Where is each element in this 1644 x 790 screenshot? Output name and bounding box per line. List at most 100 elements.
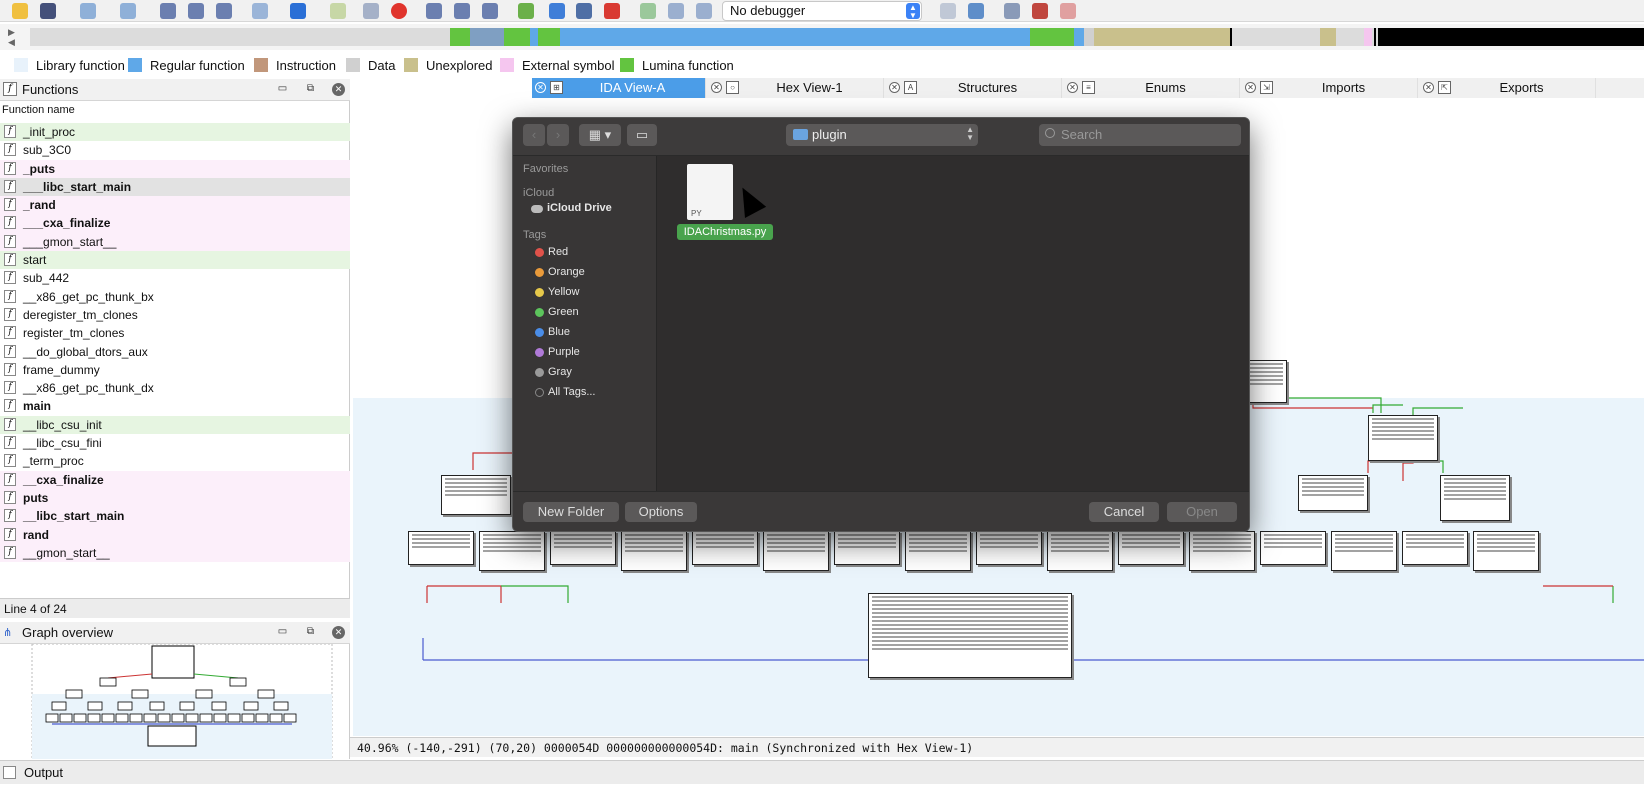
tab-imports[interactable]: ✕ ⇲ Imports <box>1242 78 1418 98</box>
location-popup[interactable]: plugin ▲ ▼ <box>786 124 978 146</box>
function-name-column-header[interactable]: Function name <box>2 104 75 116</box>
function-row[interactable]: f _puts <box>0 159 350 178</box>
function-row[interactable]: f frame_dummy <box>0 361 350 379</box>
toolbar-action-icon[interactable] <box>576 3 592 19</box>
pause-icon[interactable] <box>668 3 684 19</box>
function-row[interactable]: f rand <box>0 525 350 544</box>
toolbar-action-icon[interactable] <box>1004 3 1020 19</box>
navigation-strip[interactable] <box>30 28 1644 46</box>
function-row[interactable]: f __libc_csu_init <box>0 415 350 435</box>
dialog-forward-button[interactable]: › <box>547 124 569 146</box>
graph-node[interactable] <box>408 531 474 565</box>
toolbar-action-icon[interactable] <box>482 3 498 19</box>
close-tab-icon[interactable]: ✕ <box>535 82 546 93</box>
function-row[interactable]: f __cxa_finalize <box>0 470 350 489</box>
function-row[interactable]: f __x86_get_pc_thunk_dx <box>0 379 350 397</box>
view-mode-button[interactable]: ▦ ▾ <box>579 124 621 146</box>
toolbar-action-icon[interactable] <box>330 3 346 19</box>
sidebar-tag-purple[interactable]: Purple <box>535 346 580 358</box>
graph-node[interactable] <box>976 531 1042 565</box>
toolbar-action-icon[interactable] <box>252 3 268 19</box>
function-row[interactable]: f __gmon_start__ <box>0 543 350 563</box>
sidebar-tag-blue[interactable]: Blue <box>535 326 570 338</box>
toolbar-action-icon[interactable] <box>1060 3 1076 19</box>
function-row[interactable]: f _rand <box>0 196 350 215</box>
function-row[interactable]: f __x86_get_pc_thunk_bx <box>0 288 350 306</box>
function-row-selected[interactable]: f ___libc_start_main <box>0 177 350 197</box>
dialog-back-button[interactable]: ‹ <box>523 124 545 146</box>
close-tab-icon[interactable]: ✕ <box>1245 82 1256 93</box>
close-tab-icon[interactable]: ✕ <box>1423 82 1434 93</box>
minimize-icon[interactable]: ▭ <box>276 83 289 96</box>
graph-node[interactable] <box>550 531 616 565</box>
dialog-search-field[interactable]: Search <box>1039 124 1241 146</box>
graph-overview-canvas[interactable] <box>0 644 350 759</box>
graph-node[interactable] <box>1047 531 1113 571</box>
nav-band-arrows-icon[interactable]: ▶ ◀ <box>8 27 15 47</box>
function-row[interactable]: f __do_global_dtors_aux <box>0 343 350 361</box>
toolbar-action-icon[interactable] <box>454 3 470 19</box>
function-row[interactable]: f puts <box>0 488 350 508</box>
back-icon[interactable] <box>80 3 96 19</box>
graph-node[interactable] <box>1260 531 1326 565</box>
toolbar-action-icon[interactable] <box>188 3 204 19</box>
sidebar-all-tags[interactable]: All Tags... <box>535 386 596 398</box>
graph-node[interactable] <box>1402 531 1468 565</box>
breakpoint-icon[interactable] <box>391 3 407 19</box>
graph-node[interactable] <box>1118 531 1184 565</box>
toolbar-action-icon[interactable] <box>940 3 956 19</box>
float-icon[interactable]: ⧉ <box>304 626 317 639</box>
graph-node[interactable] <box>692 531 758 565</box>
graph-node[interactable] <box>1331 531 1397 571</box>
tab-hex-view-1[interactable]: ✕ ○ Hex View-1 <box>708 78 884 98</box>
float-icon[interactable]: ⧉ <box>304 83 317 96</box>
graph-node[interactable] <box>479 531 545 571</box>
tab-exports[interactable]: ✕ ⇱ Exports <box>1420 78 1596 98</box>
function-row[interactable]: f __libc_csu_fini <box>0 434 350 452</box>
function-row[interactable]: f _term_proc <box>0 452 350 470</box>
open-icon[interactable] <box>12 3 28 19</box>
save-icon[interactable] <box>40 3 56 19</box>
output-bar[interactable]: Output <box>0 760 1644 784</box>
function-row[interactable]: f __libc_start_main <box>0 507 350 526</box>
graph-node[interactable] <box>1440 475 1510 521</box>
function-row[interactable]: f register_tm_clones <box>0 324 350 342</box>
file-item[interactable]: PY IDAChristmas.py <box>677 164 773 240</box>
sidebar-tag-orange[interactable]: Orange <box>535 266 585 278</box>
function-row[interactable]: f _init_proc <box>0 123 350 142</box>
graph-node[interactable] <box>1473 531 1539 571</box>
dialog-file-area[interactable]: PY IDAChristmas.py <box>657 156 1249 491</box>
tab-ida-view-a[interactable]: ✕ ⊞ IDA View-A <box>532 78 706 98</box>
close-tab-icon[interactable]: ✕ <box>711 82 722 93</box>
graph-node[interactable] <box>1368 415 1438 461</box>
function-row[interactable]: f sub_3C0 <box>0 141 350 159</box>
new-folder-toolbar-button[interactable]: ▭ <box>627 124 657 146</box>
function-row[interactable]: f ___gmon_start__ <box>0 232 350 252</box>
tab-structures[interactable]: ✕ A Structures <box>886 78 1062 98</box>
graph-node[interactable] <box>621 531 687 571</box>
graph-node[interactable] <box>1189 531 1255 571</box>
cancel-button[interactable]: Cancel <box>1089 502 1159 522</box>
options-button[interactable]: Options <box>625 502 697 522</box>
toolbar-action-icon[interactable] <box>518 3 534 19</box>
function-row[interactable]: f main <box>0 397 350 415</box>
close-icon[interactable]: ✕ <box>332 83 345 96</box>
sidebar-tag-red[interactable]: Red <box>535 246 568 258</box>
sidebar-tag-green[interactable]: Green <box>535 306 579 318</box>
sidebar-tag-gray[interactable]: Gray <box>535 366 572 378</box>
close-tab-icon[interactable]: ✕ <box>1067 82 1078 93</box>
forward-icon[interactable] <box>120 3 136 19</box>
close-tab-icon[interactable]: ✕ <box>889 82 900 93</box>
graph-node[interactable] <box>905 531 971 571</box>
function-row[interactable]: f sub_442 <box>0 269 350 287</box>
debugger-select[interactable]: No debugger ▲ ▼ <box>722 1 922 21</box>
graph-node[interactable] <box>763 531 829 571</box>
sidebar-tag-yellow[interactable]: Yellow <box>535 286 579 298</box>
toolbar-action-icon[interactable] <box>968 3 984 19</box>
graph-node[interactable] <box>1298 475 1368 511</box>
close-icon[interactable]: ✕ <box>332 626 345 639</box>
new-folder-button[interactable]: New Folder <box>523 502 619 522</box>
tab-enums[interactable]: ✕ ≡ Enums <box>1064 78 1240 98</box>
toolbar-action-icon[interactable] <box>549 3 565 19</box>
toolbar-action-icon[interactable] <box>160 3 176 19</box>
